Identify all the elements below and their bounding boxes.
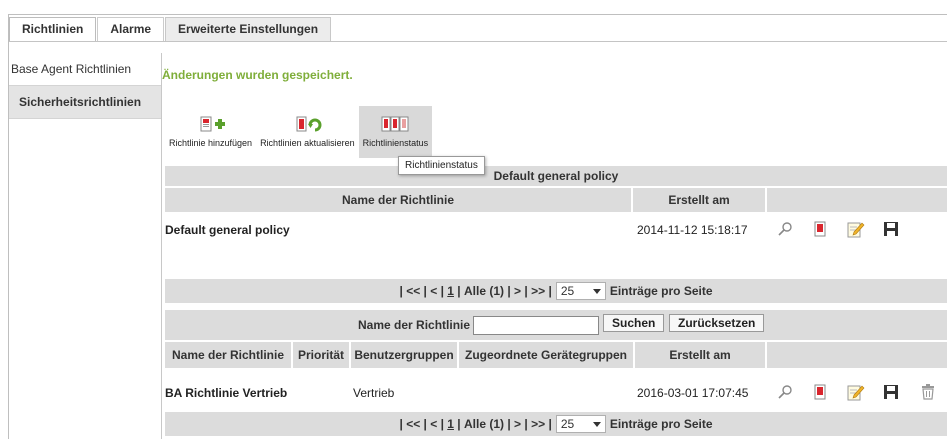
column-separator bbox=[765, 188, 767, 212]
delete-icon[interactable] bbox=[921, 383, 935, 403]
table-row[interactable]: Default general policy 2014-11-12 15:18:… bbox=[165, 218, 947, 242]
page-size-select[interactable]: 25 bbox=[555, 282, 606, 300]
default-table-header: Name der Richtlinie Erstellt am bbox=[165, 188, 947, 212]
toolbar: Richtlinie hinzufügen Richtlinien aktual… bbox=[165, 106, 433, 158]
save-icon[interactable] bbox=[883, 384, 899, 403]
page-size-select[interactable]: 25 bbox=[555, 415, 606, 433]
policy-name-filter-input[interactable] bbox=[473, 315, 599, 335]
search-button[interactable]: Suchen bbox=[603, 314, 665, 332]
pagination-top: | << | < | 1 | Alle (1) | > | >> | 25 Ei… bbox=[165, 279, 947, 303]
next-page-link[interactable]: > bbox=[514, 284, 521, 298]
column-header-device-groups[interactable]: Zugeordnete Gerätegruppen bbox=[459, 342, 633, 368]
sidebar: Base Agent Richtlinien Sicherheitsrichtl… bbox=[9, 53, 162, 439]
policy-status-icon bbox=[377, 116, 413, 134]
edit-icon[interactable] bbox=[847, 383, 865, 404]
column-header-user-groups[interactable]: Benutzergruppen bbox=[351, 342, 457, 368]
tab-erweiterte-einstellungen[interactable]: Erweiterte Einstellungen bbox=[165, 17, 332, 41]
column-header-name[interactable]: Name der Richtlinie bbox=[165, 342, 291, 368]
page-number-link[interactable]: 1 bbox=[447, 417, 454, 431]
default-policy-title: Default general policy bbox=[493, 169, 619, 183]
view-details-icon[interactable] bbox=[777, 221, 793, 240]
policy-name-cell[interactable]: Default general policy bbox=[165, 218, 290, 242]
policy-document-icon[interactable] bbox=[813, 221, 827, 240]
column-header-priority[interactable]: Priorität bbox=[293, 342, 349, 368]
policy-status-button[interactable]: Richtlinienstatus bbox=[358, 106, 433, 158]
edit-icon[interactable] bbox=[847, 220, 865, 241]
table-row[interactable]: BA Richtlinie Vertrieb Vertrieb 2016-03-… bbox=[165, 381, 947, 405]
chevron-down-icon bbox=[592, 421, 601, 427]
per-page-label: Einträge pro Seite bbox=[609, 417, 713, 431]
add-policy-button[interactable]: Richtlinie hinzufügen bbox=[165, 106, 256, 158]
row-actions bbox=[777, 218, 899, 242]
sidebar-item-sicherheitsrichtlinien[interactable]: Sicherheitsrichtlinien bbox=[9, 86, 161, 119]
save-icon[interactable] bbox=[883, 221, 899, 240]
pagination-bottom: | << | < | 1 | Alle (1) | > | >> | 25 Ei… bbox=[165, 412, 947, 436]
column-separator bbox=[765, 342, 767, 368]
chevron-down-icon bbox=[592, 288, 601, 294]
page-size-value: 25 bbox=[560, 284, 575, 298]
page-number-link[interactable]: 1 bbox=[447, 284, 454, 298]
policy-table-header: Name der Richtlinie Priorität Benutzergr… bbox=[165, 342, 947, 368]
reset-button[interactable]: Zurücksetzen bbox=[669, 314, 765, 332]
tab-alarme[interactable]: Alarme bbox=[97, 17, 165, 41]
row-actions bbox=[777, 381, 935, 405]
view-details-icon[interactable] bbox=[777, 384, 793, 403]
filter-input-wrap bbox=[471, 310, 599, 340]
tab-richtlinien[interactable]: Richtlinien bbox=[9, 17, 97, 42]
per-page-label: Einträge pro Seite bbox=[609, 284, 713, 298]
tab-bar: Richtlinien Alarme Erweiterte Einstellun… bbox=[9, 17, 332, 42]
page-size-value: 25 bbox=[560, 417, 575, 431]
refresh-policies-button[interactable]: Richtlinien aktualisieren bbox=[256, 106, 359, 158]
last-page-link[interactable]: >> bbox=[531, 417, 545, 431]
filter-label: Name der Richtlinie bbox=[358, 318, 471, 332]
sidebar-item-base-agent-richtlinien[interactable]: Base Agent Richtlinien bbox=[9, 53, 161, 86]
add-policy-label: Richtlinie hinzufügen bbox=[169, 138, 253, 148]
next-page-link[interactable]: > bbox=[514, 417, 521, 431]
add-policy-icon bbox=[193, 116, 229, 134]
policy-name-cell[interactable]: BA Richtlinie Vertrieb bbox=[165, 381, 287, 405]
success-message: Änderungen wurden gespeichert. bbox=[162, 68, 353, 82]
prev-page-link[interactable]: < bbox=[430, 284, 437, 298]
tab-divider bbox=[9, 41, 947, 42]
created-cell: 2016-03-01 17:07:45 bbox=[637, 386, 749, 400]
policy-status-label: Richtlinienstatus bbox=[362, 138, 429, 148]
user-groups-cell: Vertrieb bbox=[353, 386, 395, 400]
show-all-link[interactable]: Alle (1) bbox=[464, 284, 504, 298]
filter-bar: Name der Richtlinie Suchen Zurücksetzen bbox=[165, 310, 947, 340]
last-page-link[interactable]: >> bbox=[531, 284, 545, 298]
first-page-link[interactable]: << bbox=[406, 284, 420, 298]
refresh-policies-icon bbox=[289, 116, 325, 134]
column-header-name[interactable]: Name der Richtlinie bbox=[165, 188, 631, 212]
refresh-policies-label: Richtlinien aktualisieren bbox=[260, 138, 355, 148]
column-header-created[interactable]: Erstellt am bbox=[635, 342, 765, 368]
default-policy-title-bar: Default general policy bbox=[165, 166, 947, 186]
show-all-link[interactable]: Alle (1) bbox=[464, 417, 504, 431]
first-page-link[interactable]: << bbox=[406, 417, 420, 431]
prev-page-link[interactable]: < bbox=[430, 417, 437, 431]
status-tooltip: Richtlinienstatus bbox=[398, 156, 485, 175]
created-cell: 2014-11-12 15:18:17 bbox=[637, 223, 748, 237]
policy-document-icon[interactable] bbox=[813, 384, 827, 403]
column-header-created[interactable]: Erstellt am bbox=[633, 188, 765, 212]
